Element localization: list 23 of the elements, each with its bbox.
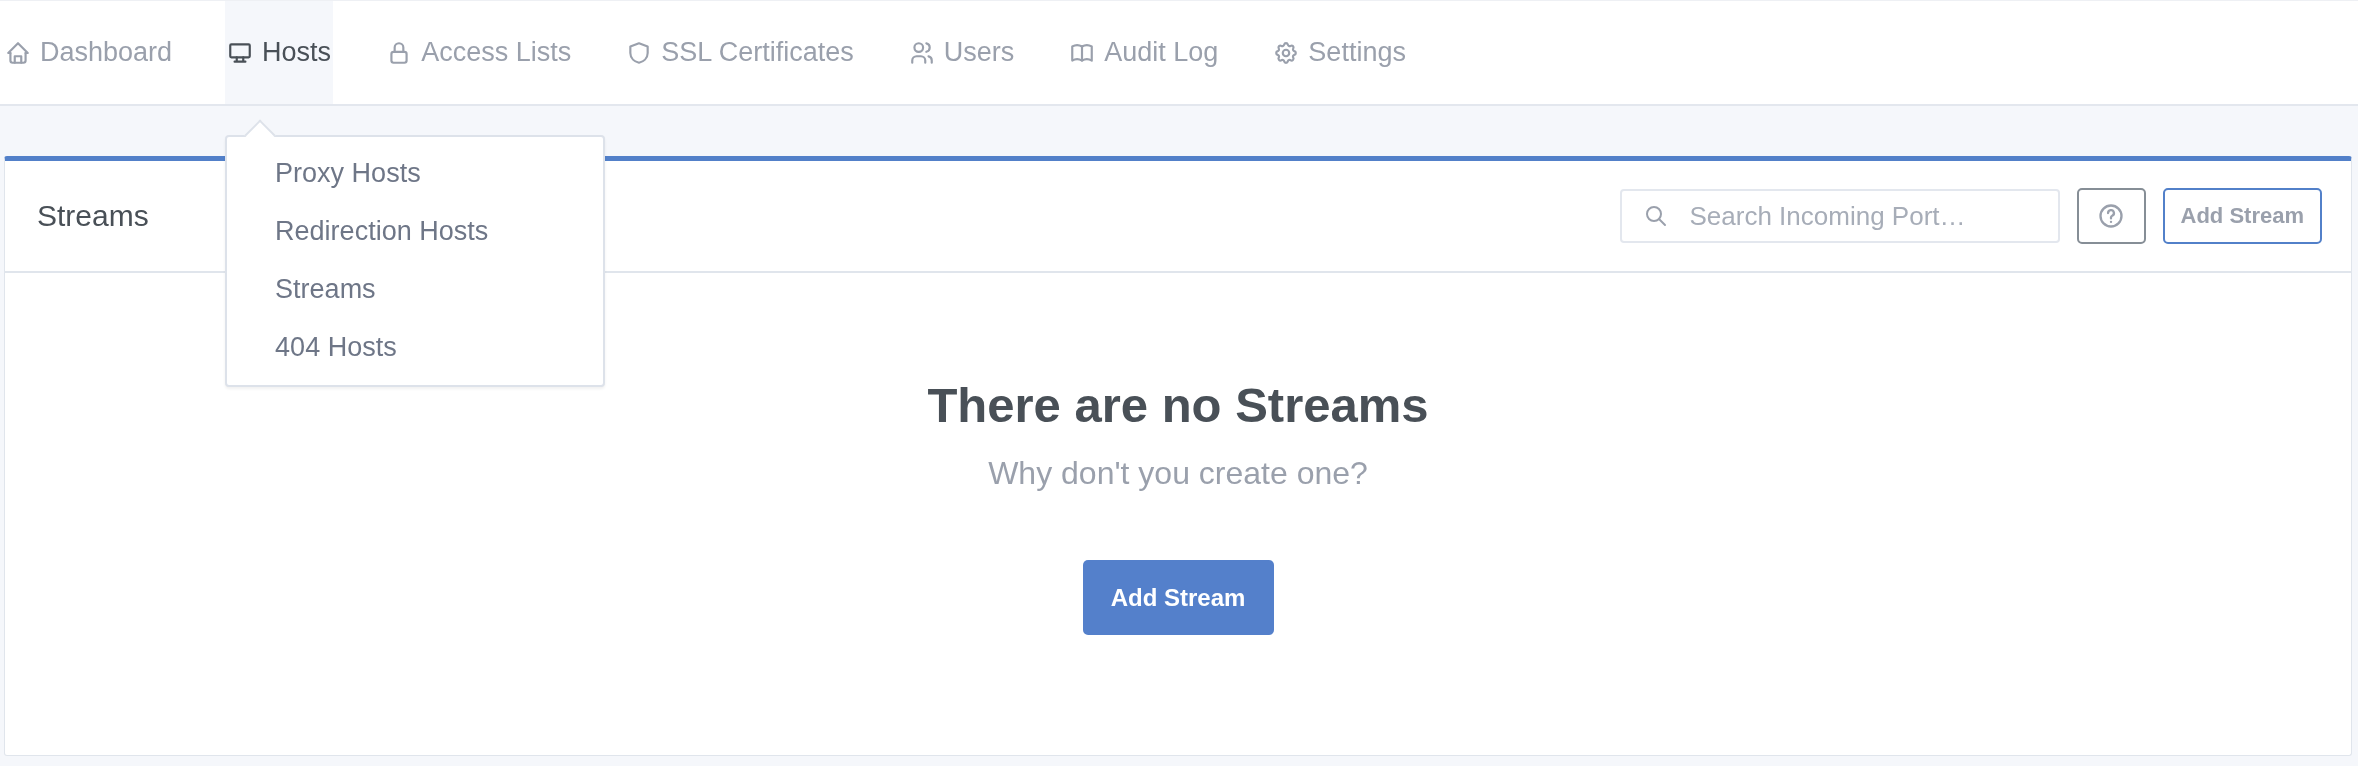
nav-tab[interactable]: Dashboard	[3, 1, 175, 104]
dropdown-item[interactable]: 404 Hosts	[227, 319, 604, 377]
nav-tab[interactable]: Users	[906, 1, 1017, 104]
nav-tab[interactable]: SSL Certificates	[624, 1, 856, 104]
home-icon	[5, 39, 31, 66]
add-stream-button[interactable]: Add Stream	[1082, 560, 1274, 635]
nav-tab[interactable]: Hosts	[225, 1, 334, 104]
empty-state-subtitle: Why don't you create one?	[988, 455, 1368, 492]
help-button[interactable]	[2076, 188, 2146, 244]
search-field[interactable]: Search Incoming Port…	[1619, 189, 2060, 243]
dropdown-item[interactable]: Streams	[227, 261, 604, 319]
nav-tab[interactable]: Settings	[1271, 1, 1408, 104]
nav-tab[interactable]: Access Lists	[384, 1, 574, 104]
help-icon	[2097, 202, 2125, 230]
add-stream-button[interactable]: Add Stream	[2162, 188, 2322, 244]
nav-tab[interactable]: Audit Log	[1067, 1, 1221, 104]
settings-icon	[1273, 39, 1300, 66]
empty-state-title: There are no Streams	[927, 377, 1429, 433]
card-title: Streams	[37, 199, 149, 233]
dropdown-item[interactable]: Redirection Hosts	[227, 203, 604, 261]
search-icon	[1643, 204, 1668, 228]
dropdown-item[interactable]: Proxy Hosts	[227, 145, 604, 203]
users-icon	[908, 39, 935, 66]
